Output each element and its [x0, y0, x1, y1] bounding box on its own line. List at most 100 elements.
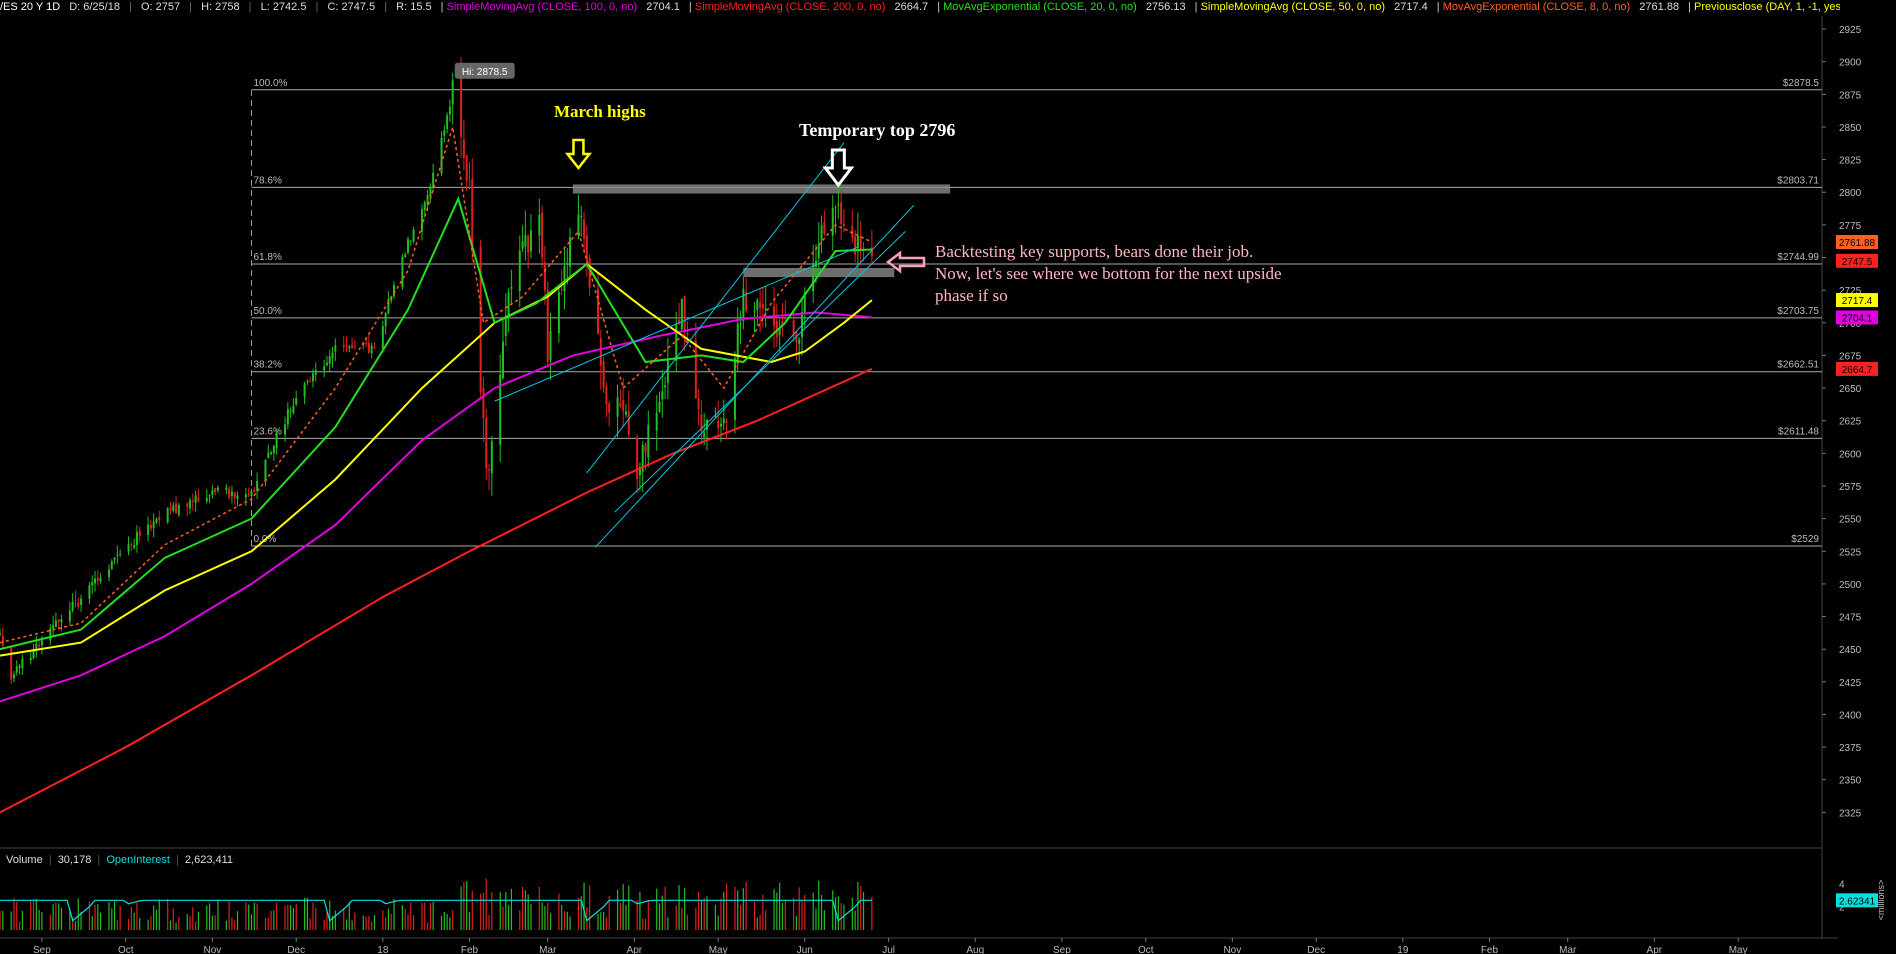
- candle-body: [658, 401, 661, 413]
- candle-body: [175, 503, 178, 513]
- candle-body: [599, 338, 602, 366]
- arrow-down-icon: [822, 148, 855, 188]
- candle-body: [717, 421, 720, 429]
- x-tick-label: Mar: [539, 945, 557, 954]
- candle-body: [401, 256, 404, 288]
- fib-price-label: $2703.75: [1777, 306, 1819, 317]
- candle-body: [479, 246, 482, 393]
- candle-body: [303, 383, 306, 397]
- candle-body: [194, 495, 197, 503]
- candle-body: [155, 518, 158, 523]
- candle-body: [314, 370, 317, 375]
- x-tick-label: Jun: [797, 945, 813, 954]
- fib-pct-label: 61.8%: [254, 252, 282, 263]
- candle-body: [510, 286, 513, 289]
- candle-body: [856, 235, 859, 249]
- candle-body: [10, 645, 13, 680]
- x-tick-label: May: [1729, 945, 1748, 954]
- candle-body: [15, 666, 18, 673]
- study-label[interactable]: SimpleMovingAvg (CLOSE, 200, 0, no): [695, 1, 886, 13]
- candle-body: [460, 76, 463, 138]
- candle-body: [21, 658, 24, 668]
- candle-body: [446, 115, 449, 129]
- symbol-label[interactable]: /ES 20 Y 1D: [0, 1, 60, 13]
- candle-body: [244, 494, 247, 498]
- candle-body: [432, 172, 435, 187]
- candle-body: [543, 262, 546, 291]
- candle-body: [230, 491, 233, 497]
- candle-body: [627, 411, 630, 435]
- y-tick-label: 2450: [1839, 645, 1862, 656]
- y-tick-label: 2775: [1839, 221, 1862, 232]
- hi-label: Hi: 2878.5: [462, 67, 508, 78]
- x-tick-label: Sep: [1053, 945, 1071, 954]
- candle-body: [236, 495, 239, 500]
- price-chart[interactable]: 2325 2350 2375 2400 2425 2450 2475 2500 2525 2550…: [0, 0, 1896, 954]
- candle-body: [605, 386, 608, 405]
- candle-body: [420, 209, 423, 232]
- study-label[interactable]: SimpleMovingAvg (CLOSE, 50, 0, no): [1201, 1, 1385, 13]
- candle-body: [186, 503, 189, 508]
- candle-body: [538, 214, 541, 236]
- candle-body: [99, 578, 102, 582]
- candle-body: [409, 240, 412, 242]
- candle-body: [52, 624, 55, 629]
- candle-body: [622, 400, 625, 411]
- candle-body: [569, 237, 572, 267]
- candle-body: [91, 582, 94, 586]
- arrow-down-icon: [564, 138, 593, 171]
- candle-body: [381, 326, 384, 349]
- candle-body: [541, 212, 544, 258]
- study-value: 2717.4: [1394, 1, 1428, 13]
- fib-price-label: $2803.71: [1777, 175, 1819, 186]
- candle-body: [149, 524, 152, 529]
- candle-body: [351, 345, 354, 348]
- candle-body: [247, 494, 250, 496]
- candle-body: [216, 487, 219, 491]
- study-label[interactable]: MovAvgExponential (CLOSE, 20, 0, no): [943, 1, 1137, 13]
- y-tick-label: 2625: [1839, 417, 1862, 428]
- study-label[interactable]: SimpleMovingAvg (CLOSE, 100, 0, no): [447, 1, 638, 13]
- y-tick-label: 2675: [1839, 351, 1862, 362]
- candle-body: [502, 341, 505, 379]
- study-label[interactable]: MovAvgExponential (CLOSE, 8, 0, no): [1443, 1, 1631, 13]
- candle-body: [113, 557, 116, 560]
- y-tick-label: 2900: [1839, 58, 1862, 69]
- candle-body: [54, 620, 57, 627]
- candle-body: [764, 308, 767, 311]
- candle-body: [686, 332, 689, 335]
- low-value: L: 2742.5: [260, 1, 307, 13]
- candle-body: [485, 417, 488, 469]
- resistance-zone: [572, 184, 951, 194]
- candle-body: [107, 569, 110, 577]
- candle-body: [88, 585, 91, 599]
- y-tick-label: 2425: [1839, 678, 1862, 689]
- candle-body: [158, 517, 161, 521]
- candle-body: [189, 500, 192, 509]
- candle-body: [370, 345, 373, 353]
- candle-body: [557, 292, 560, 334]
- candle-body: [490, 441, 493, 474]
- candle-body: [482, 388, 485, 418]
- candle-body: [842, 223, 845, 226]
- study-label[interactable]: Previousclose (DAY, 1, -1, yes): [1694, 1, 1840, 13]
- y-tick-label: 2875: [1839, 90, 1862, 101]
- y-tick-label: 2825: [1839, 156, 1862, 167]
- candle-body: [272, 446, 275, 454]
- candle-body: [462, 139, 465, 158]
- fib-pct-label: 38.2%: [254, 360, 282, 371]
- x-tick-label: May: [709, 945, 728, 954]
- volume-unit-label: <millions>: [1876, 880, 1886, 921]
- candle-body: [661, 391, 664, 400]
- candle-body: [110, 561, 113, 570]
- study-value: 2704.1: [646, 1, 680, 13]
- candle-body: [566, 262, 569, 265]
- candle-body: [694, 340, 697, 399]
- candle-body: [404, 254, 407, 258]
- candle-body: [647, 424, 650, 458]
- candle-body: [759, 301, 762, 308]
- candle-body: [306, 381, 309, 383]
- x-tick-label: Dec: [287, 945, 305, 954]
- note-line-3: phase if so: [935, 286, 1008, 305]
- y-tick-label: 2850: [1839, 123, 1862, 134]
